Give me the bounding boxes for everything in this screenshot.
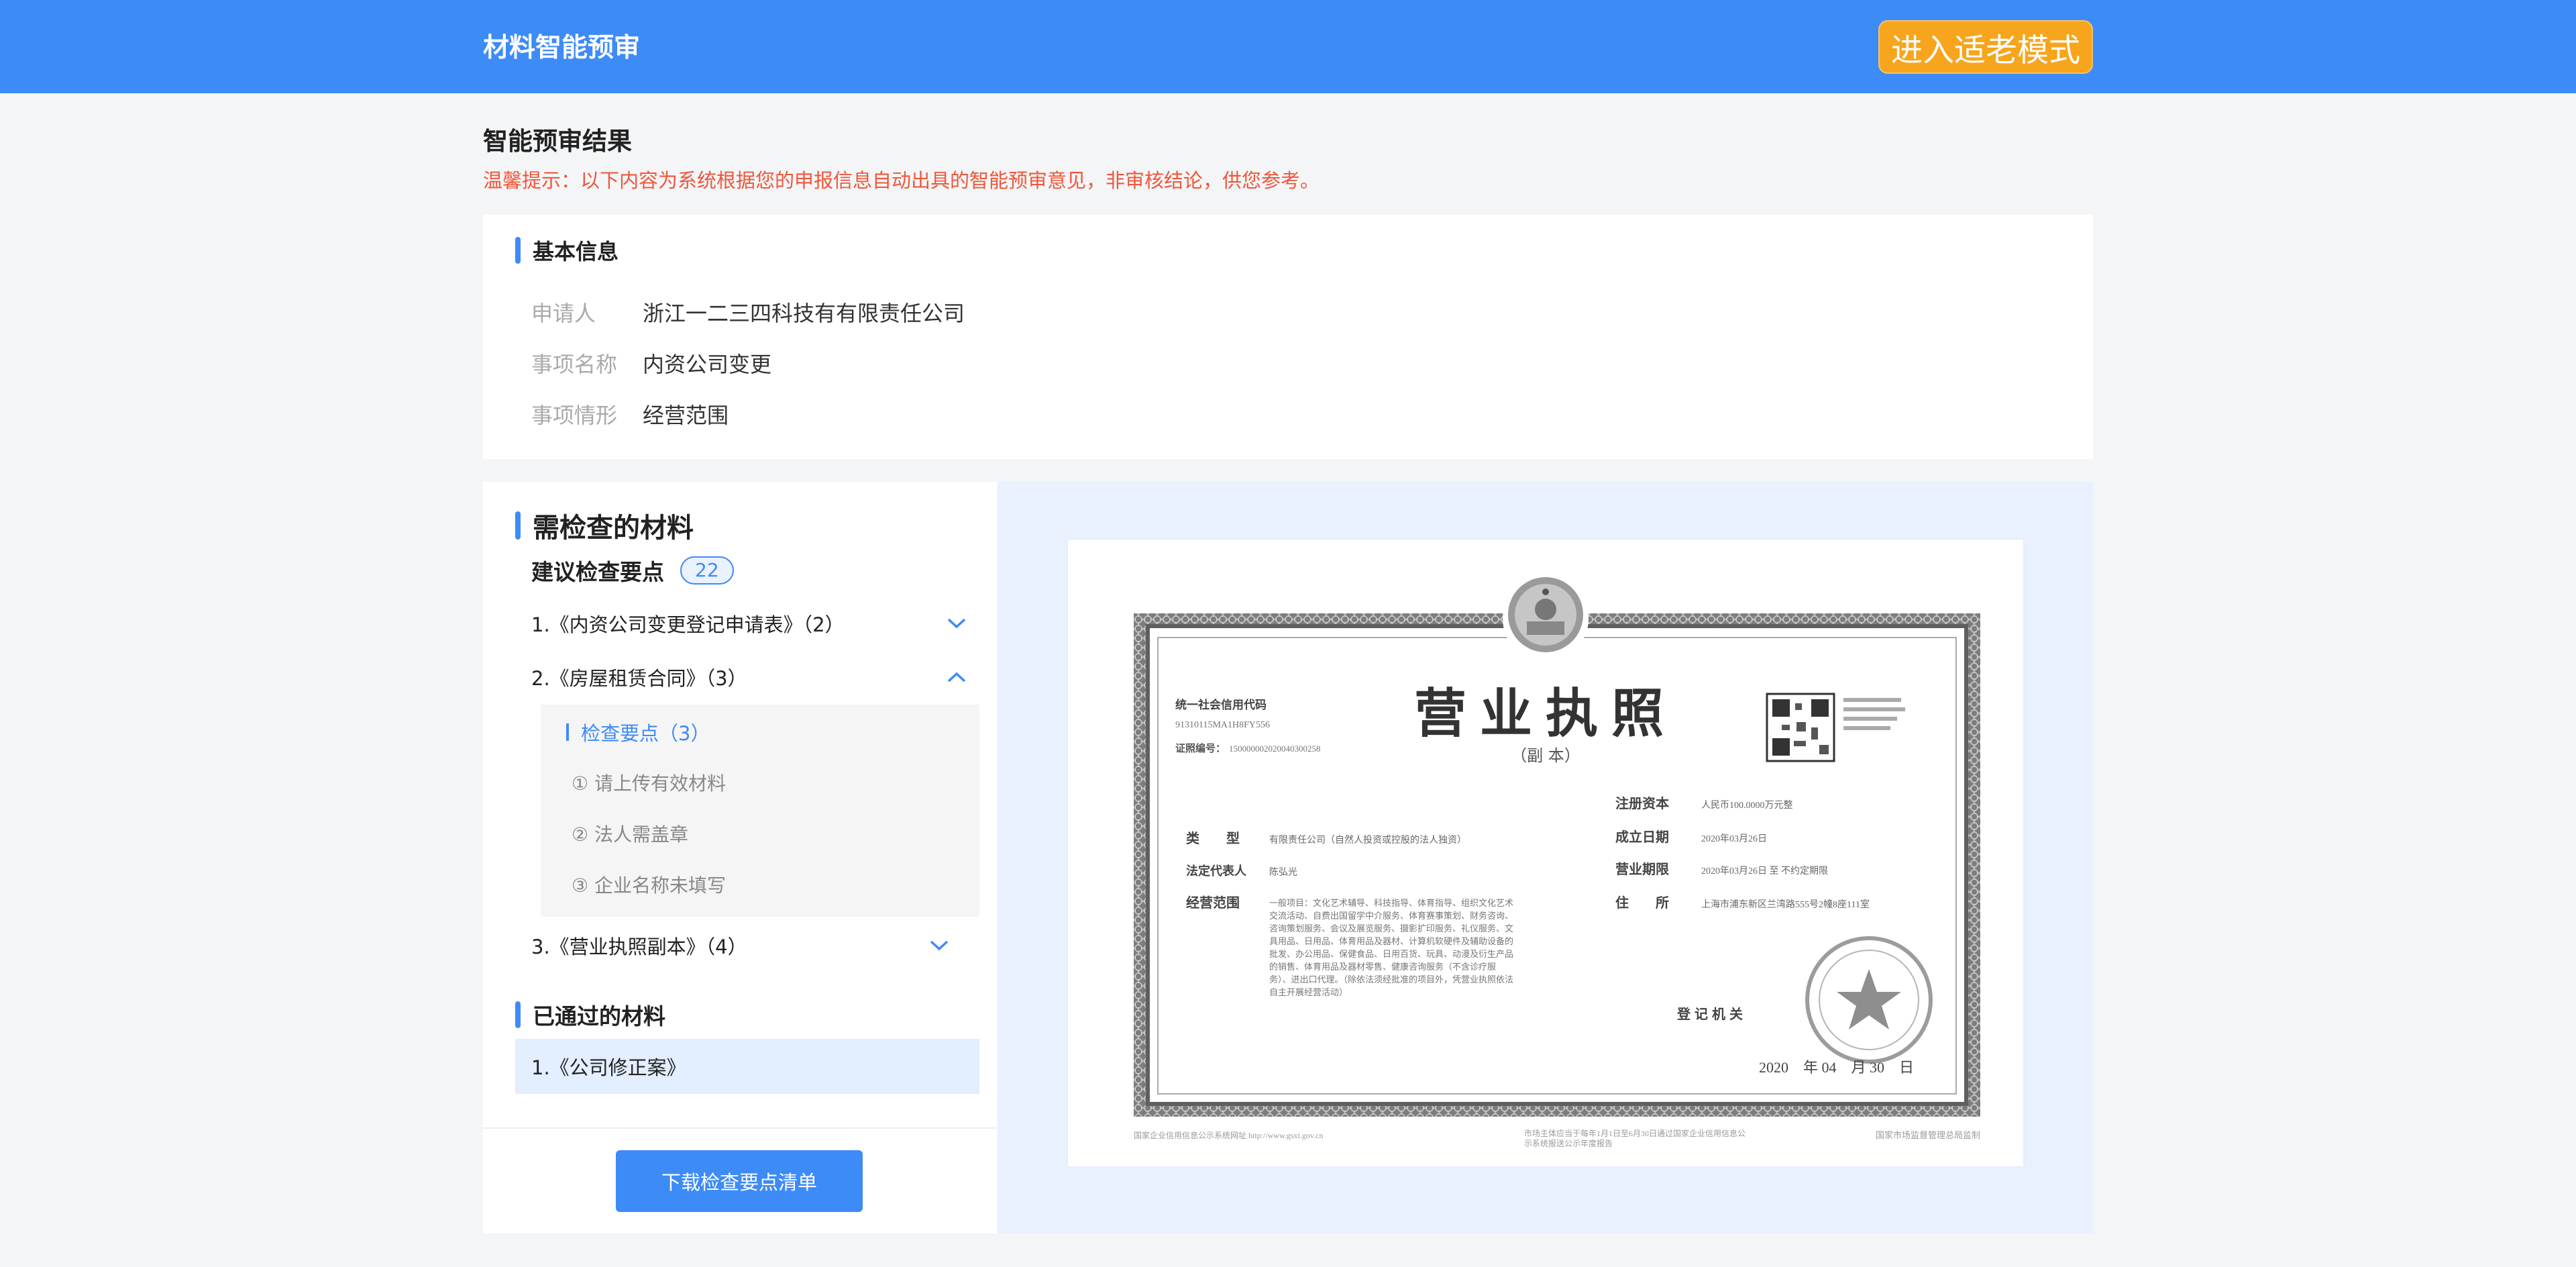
credit-code-label: 统一社会信用代码 (1175, 698, 1267, 711)
chevron-down-icon[interactable] (928, 935, 950, 956)
license-field-label: 成立日期 (1615, 829, 1669, 845)
section-accent-bar (515, 511, 521, 540)
document-preview-panel: 统一社会信用代码 91310115MA1H8FY556 证照编号： 150000… (998, 482, 2093, 1233)
info-label: 申请人 (531, 301, 596, 326)
business-scope-text: 一般项目：文化艺术辅导、科技指导、体育指导、组织文化艺术交流活动、自费出国留学中… (1269, 898, 1514, 997)
suggest-count-badge: 22 (680, 556, 734, 585)
license-field-label: 法定代表人 (1186, 864, 1247, 878)
info-label: 事项名称 (531, 352, 618, 377)
check-point-item: ③ 企业名称未填写 (572, 874, 727, 897)
info-value: 浙江一二三四科技有有限责任公司 (643, 301, 965, 326)
materials-title: 需检查的材料 (515, 506, 694, 545)
materials-title-text: 需检查的材料 (533, 513, 694, 544)
info-label: 事项情形 (531, 403, 618, 428)
license-field-value: 2020年03月26日 (1701, 833, 1767, 844)
material-item[interactable]: 2.《房屋租赁合同》（3） (531, 663, 967, 691)
license-field-value: 2020年03月26日 至 不约定期限 (1701, 866, 1828, 876)
chevron-down-icon[interactable] (946, 613, 967, 634)
check-points-header[interactable]: 检查要点（3） (566, 718, 710, 746)
passed-materials-title-text: 已通过的材料 (533, 1003, 665, 1029)
license-footer-right: 国家市场监督管理总局监制 (1876, 1130, 1980, 1140)
page-title: 智能预审结果 (483, 127, 632, 156)
license-field-value: 陈弘光 (1269, 866, 1297, 878)
license-field-label: 营业期限 (1615, 861, 1669, 877)
section-accent-bar (515, 1001, 521, 1028)
registration-authority: 登记机关 (1676, 1006, 1747, 1022)
license-field-value: 上海市浦东新区兰湾路555号2幢8座111室 (1701, 899, 1870, 910)
issue-date: 2020 年 04 月 30 日 (1759, 1059, 1914, 1076)
check-points-box: 检查要点（3） ① 请上传有效材料 ② 法人需盖章 ③ 企业名称未填写 (541, 705, 979, 917)
passed-materials-title: 已通过的材料 (515, 999, 665, 1031)
material-item-label: 3.《营业执照副本》（4） (531, 935, 747, 958)
material-item[interactable]: 1.《内资公司变更登记申请表》（2） (531, 609, 967, 638)
material-item-label: 1.《内资公司变更登记申请表》（2） (531, 613, 845, 636)
license-field-label: 类 型 (1186, 830, 1240, 846)
divider (483, 1127, 997, 1129)
check-point-item: ① 请上传有效材料 (572, 772, 727, 795)
cert-no-value: 150000002020040300258 (1229, 744, 1321, 754)
license-field-label: 经营范围 (1186, 895, 1240, 911)
basic-info-card: 基本信息 申请人 浙江一二三四科技有有限责任公司 事项名称 内资公司变更 事项情… (483, 215, 2093, 459)
chevron-up-icon[interactable] (946, 666, 967, 688)
info-row-item-name: 事项名称 内资公司变更 (531, 348, 771, 378)
license-footer-left: 国家企业信用信息公示系统网址 http://www.gsxt.gov.cn (1134, 1130, 1323, 1140)
business-scope-value: 一般项目：文化艺术辅导、科技指导、体育指导、组织文化艺术交流活动、自费出国留学中… (1269, 898, 1514, 997)
elder-mode-button[interactable]: 进入适老模式 (1878, 20, 2093, 74)
check-point-item: ② 法人需盖章 (572, 823, 689, 846)
license-field-label: 住 所 (1615, 895, 1669, 911)
section-accent-bar (566, 723, 569, 741)
credit-code-value: 91310115MA1H8FY556 (1175, 720, 1270, 730)
qr-code-icon (1766, 693, 1835, 762)
info-value: 内资公司变更 (643, 352, 772, 377)
license-field-label: 注册资本 (1615, 795, 1669, 811)
license-footer-mid: 市场主体应当于每年1月1日至6月30日通过国家企业信用信息公示系统报送公示年度报… (1524, 1129, 1746, 1148)
app-title: 材料智能预审 (483, 33, 641, 63)
basic-info-title: 基本信息 (515, 235, 619, 266)
download-checklist-button[interactable]: 下载检查要点清单 (616, 1150, 863, 1212)
license-footer-mid-wrap: 市场主体应当于每年1月1日至6月30日通过国家企业信用信息公示系统报送公示年度报… (1524, 1129, 1746, 1148)
business-license-image: 统一社会信用代码 91310115MA1H8FY556 证照编号： 150000… (1134, 576, 1980, 1148)
document-paper: 统一社会信用代码 91310115MA1H8FY556 证照编号： 150000… (1068, 540, 2023, 1166)
section-accent-bar (515, 237, 521, 264)
check-points-header-text: 检查要点（3） (581, 722, 710, 745)
suggest-points-label: 建议检查要点 (531, 559, 664, 585)
national-emblem-icon (1503, 576, 1589, 662)
info-row-applicant: 申请人 浙江一二三四科技有有限责任公司 (531, 297, 965, 327)
suggest-points-row: 建议检查要点 22 (531, 554, 734, 587)
basic-info-title-text: 基本信息 (533, 239, 619, 264)
license-field-value: 人民币100.0000万元整 (1701, 800, 1793, 811)
material-item[interactable]: 3.《营业执照副本》（4） (531, 931, 950, 960)
info-value: 经营范围 (643, 403, 729, 428)
license-subtitle: （副 本） (1511, 746, 1580, 765)
license-title: 营业执照 (1414, 683, 1677, 744)
license-field-value: 有限责任公司（自然人投资或控股的法人独资） (1269, 834, 1466, 846)
passed-material-item[interactable]: 1.《公司修正案》 (515, 1039, 979, 1094)
warm-tip: 温馨提示：以下内容为系统根据您的申报信息自动出具的智能预审意见，非审核结论，供您… (483, 169, 1320, 192)
cert-no-label: 证照编号： (1175, 742, 1226, 754)
material-item-label: 2.《房屋租赁合同》（3） (531, 667, 747, 690)
info-row-item-situation: 事项情形 经营范围 (531, 399, 729, 429)
top-bar: 材料智能预审 进入适老模式 (0, 0, 2576, 93)
materials-panel: 需检查的材料 建议检查要点 22 1.《内资公司变更登记申请表》（2） 2.《房… (483, 482, 997, 1233)
